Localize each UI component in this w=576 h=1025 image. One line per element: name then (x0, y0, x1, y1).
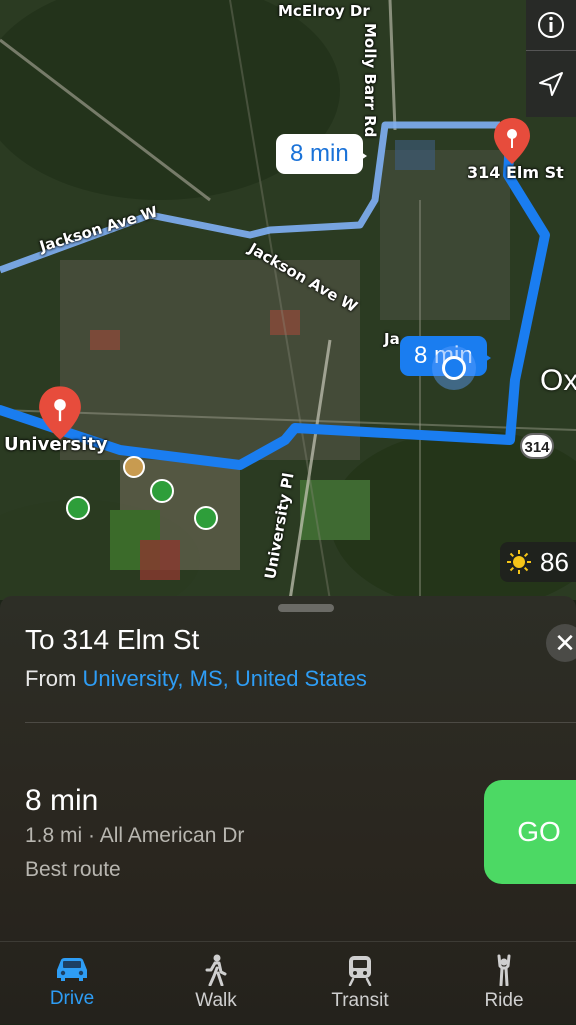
sun-icon (507, 550, 531, 574)
highway-shield: 314 (520, 433, 554, 459)
go-button[interactable]: GO (484, 780, 576, 884)
directions-from: From University, MS, United States (25, 666, 367, 692)
directions-sheet: To 314 Elm St From University, MS, Unite… (0, 596, 576, 1024)
transit-stop-icon[interactable] (66, 496, 90, 520)
transport-mode-tabs: Drive Walk Transit Ride (0, 941, 576, 1025)
destination-label[interactable]: 314 Elm St (467, 163, 564, 182)
weather-temperature: 86 (540, 546, 569, 577)
city-label-partial: Ox (540, 364, 576, 397)
weather-badge: 86 (500, 542, 576, 582)
transit-stop-icon[interactable] (194, 506, 218, 530)
tab-transit-label: Transit (331, 990, 389, 1011)
road-label-jackson-partial: Ja (384, 330, 400, 348)
sheet-grabber[interactable] (278, 604, 334, 612)
tab-walk-label: Walk (195, 990, 237, 1011)
tab-ride[interactable]: Ride (432, 942, 576, 1025)
route-time: 8 min (25, 784, 99, 817)
transit-stop-icon[interactable] (150, 479, 174, 503)
location-button[interactable] (526, 51, 576, 117)
info-button[interactable] (526, 0, 576, 51)
route-detail: 1.8 mi · All American Dr (25, 824, 245, 847)
location-arrow-icon (539, 72, 563, 96)
map-view[interactable]: McElroy Dr Molly Barr Rd Jackson Ave W J… (0, 0, 576, 600)
current-location-icon (432, 346, 476, 390)
route-note: Best route (25, 858, 121, 881)
from-location-link[interactable]: University, MS, United States (82, 666, 366, 691)
hail-icon (497, 954, 511, 986)
alternate-route-time-bubble[interactable]: 8 min (276, 134, 367, 174)
tab-walk[interactable]: Walk (144, 942, 288, 1025)
tab-drive[interactable]: Drive (0, 942, 144, 1025)
origin-label[interactable]: University (4, 434, 108, 455)
directions-title: To 314 Elm St (25, 624, 200, 655)
car-icon (57, 958, 87, 981)
school-icon[interactable] (123, 456, 145, 478)
road-label-molly-barr: Molly Barr Rd (361, 23, 379, 138)
info-icon (538, 12, 564, 38)
tab-transit[interactable]: Transit (288, 942, 432, 1025)
road-label-mcelroy: McElroy Dr (278, 2, 370, 20)
from-prefix: From (25, 666, 83, 691)
tab-drive-label: Drive (49, 988, 95, 1009)
close-button[interactable]: ✕ (546, 624, 576, 662)
walk-icon (205, 954, 227, 986)
tab-ride-label: Ride (484, 990, 524, 1011)
divider (25, 722, 576, 723)
train-icon (348, 956, 372, 986)
